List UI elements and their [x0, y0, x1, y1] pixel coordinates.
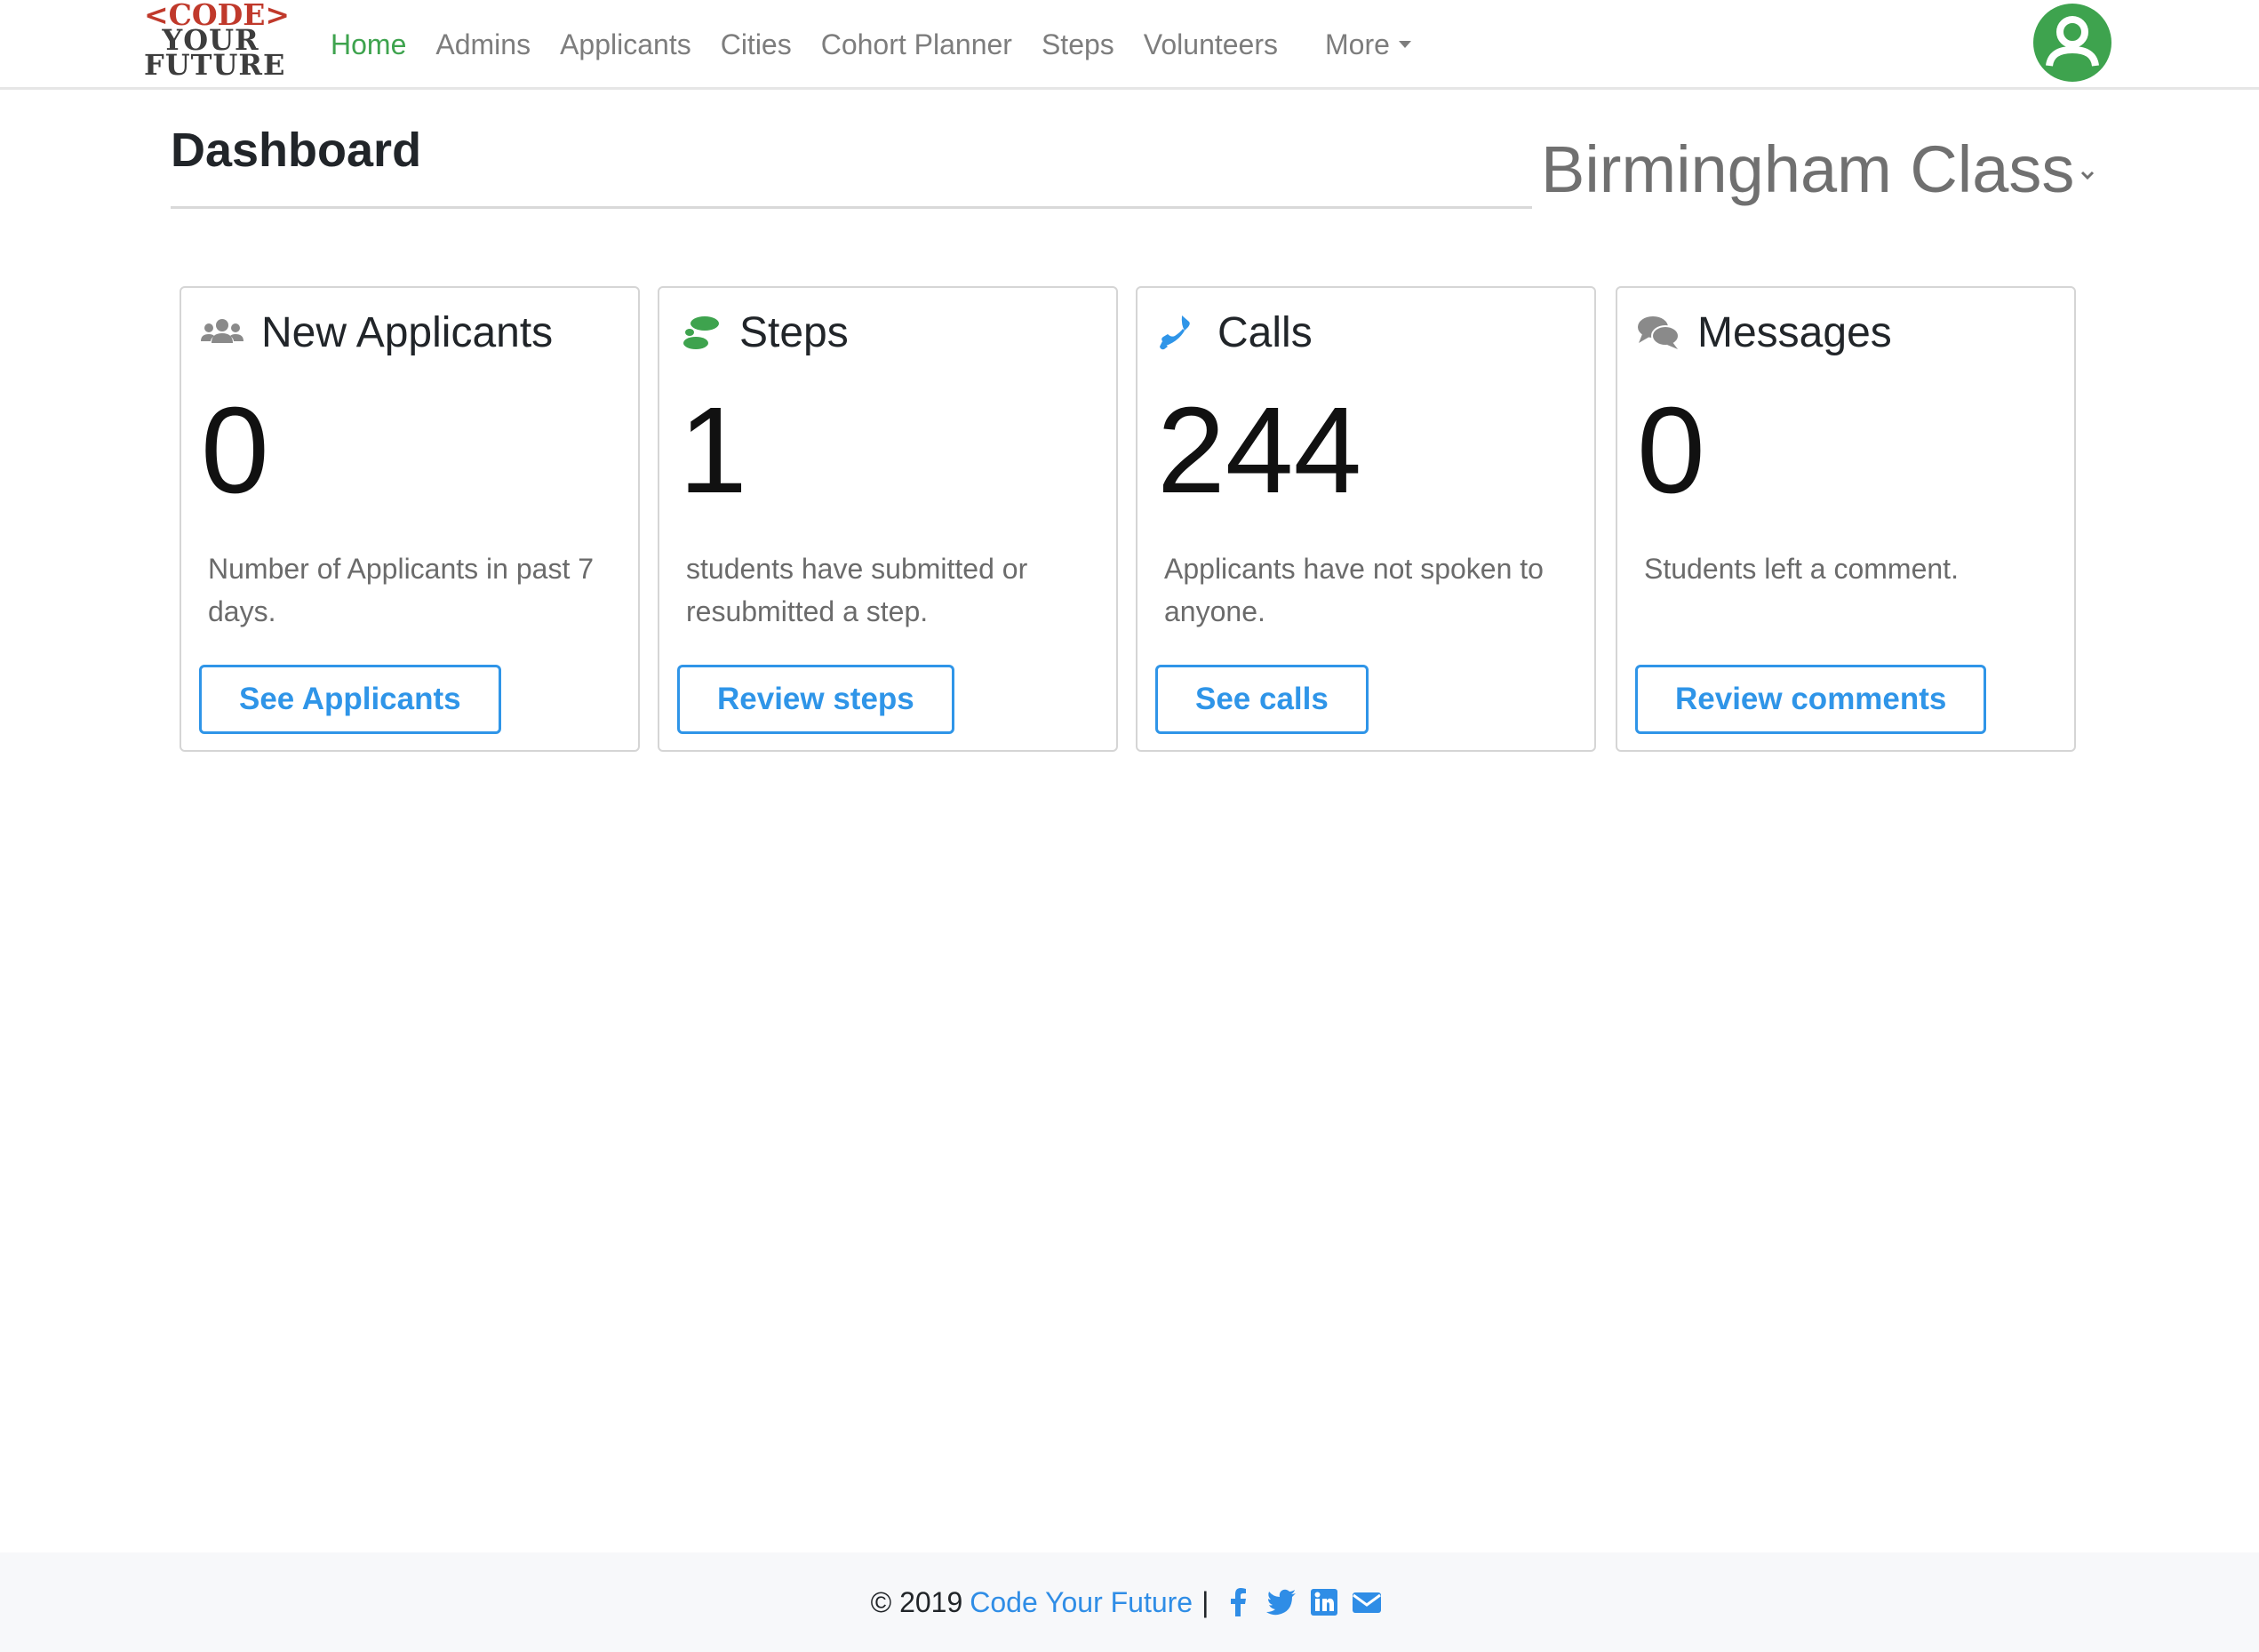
- card-count: 1: [679, 382, 747, 519]
- caret-down-icon: [1398, 41, 1411, 48]
- card-title: Calls: [1217, 308, 1313, 356]
- page-title: Dashboard: [171, 124, 422, 177]
- card-description: Applicants have not spoken to anyone.: [1164, 553, 1544, 627]
- linkedin-icon[interactable]: [1308, 1586, 1340, 1618]
- card-count: 0: [201, 382, 269, 519]
- top-navbar: <CODE> YOUR FUTURE Home Admins Applicant…: [0, 0, 2259, 90]
- footer-separator: |: [1201, 1585, 1209, 1618]
- facebook-icon[interactable]: [1223, 1586, 1255, 1618]
- card-description: students have submitted or resubmitted a…: [686, 553, 1028, 627]
- card-header: Steps: [677, 307, 849, 357]
- code-your-future-logo[interactable]: <CODE> YOUR FUTURE: [144, 0, 290, 83]
- card-count: 0: [1637, 382, 1705, 519]
- card-description: Students left a comment.: [1644, 553, 1959, 585]
- email-icon[interactable]: [1351, 1586, 1383, 1618]
- card-description: Number of Applicants in past 7 days.: [208, 553, 595, 627]
- nav-item-cohort-planner[interactable]: Cohort Planner: [821, 28, 1012, 61]
- review-comments-button[interactable]: Review comments: [1635, 665, 1987, 734]
- card-new-applicants: New Applicants 0 Number of Applicants in…: [180, 286, 640, 752]
- footsteps-icon: [683, 316, 719, 349]
- footer-copyright: © 2019: [870, 1585, 963, 1618]
- footer-code-your-future-link[interactable]: Code Your Future: [970, 1586, 1193, 1619]
- nav-item-cities[interactable]: Cities: [721, 28, 792, 61]
- nav-item-admins[interactable]: Admins: [435, 28, 531, 61]
- card-header: Messages: [1635, 307, 1892, 357]
- card-calls: Calls 244 Applicants have not spoken to …: [1136, 286, 1596, 752]
- card-title: Steps: [739, 308, 849, 356]
- card-header: Calls: [1155, 307, 1313, 357]
- logo-line-3: FUTURE: [144, 48, 286, 82]
- footer: © 2019 Code Your Future |: [0, 1552, 2259, 1652]
- twitter-icon[interactable]: [1265, 1586, 1297, 1618]
- card-title: Messages: [1697, 308, 1892, 356]
- nav-item-steps[interactable]: Steps: [1042, 28, 1114, 61]
- city-select-label: Birmingham Class: [1541, 132, 2075, 206]
- see-calls-button[interactable]: See calls: [1155, 665, 1369, 734]
- card-steps: Steps 1 students have submitted or resub…: [658, 286, 1118, 752]
- title-divider: [171, 206, 1532, 209]
- nav-links: Home Admins Applicants Cities Cohort Pla…: [331, 25, 1411, 64]
- card-header: New Applicants: [199, 307, 553, 357]
- card-title: New Applicants: [261, 308, 554, 356]
- footer-content: © 2019 Code Your Future |: [0, 1552, 2259, 1652]
- comments-icon: [1638, 316, 1680, 349]
- nav-more-label: More: [1325, 28, 1390, 60]
- see-applicants-button[interactable]: See Applicants: [199, 665, 501, 734]
- user-circle-icon[interactable]: [2032, 2, 2113, 84]
- nav-item-applicants[interactable]: Applicants: [560, 28, 691, 61]
- nav-item-volunteers[interactable]: Volunteers: [1144, 28, 1278, 61]
- chevron-down-icon: [2081, 171, 2095, 180]
- nav-item-home[interactable]: Home: [331, 28, 406, 61]
- phone-icon: [1160, 315, 1190, 350]
- nav-more-dropdown[interactable]: More: [1325, 28, 1411, 61]
- users-icon: [201, 319, 243, 343]
- city-select-dropdown[interactable]: Birmingham Class: [1541, 132, 2097, 207]
- card-messages: Messages 0 Students left a comment. Revi…: [1616, 286, 2076, 752]
- review-steps-button[interactable]: Review steps: [677, 665, 954, 734]
- card-count: 244: [1157, 382, 1362, 519]
